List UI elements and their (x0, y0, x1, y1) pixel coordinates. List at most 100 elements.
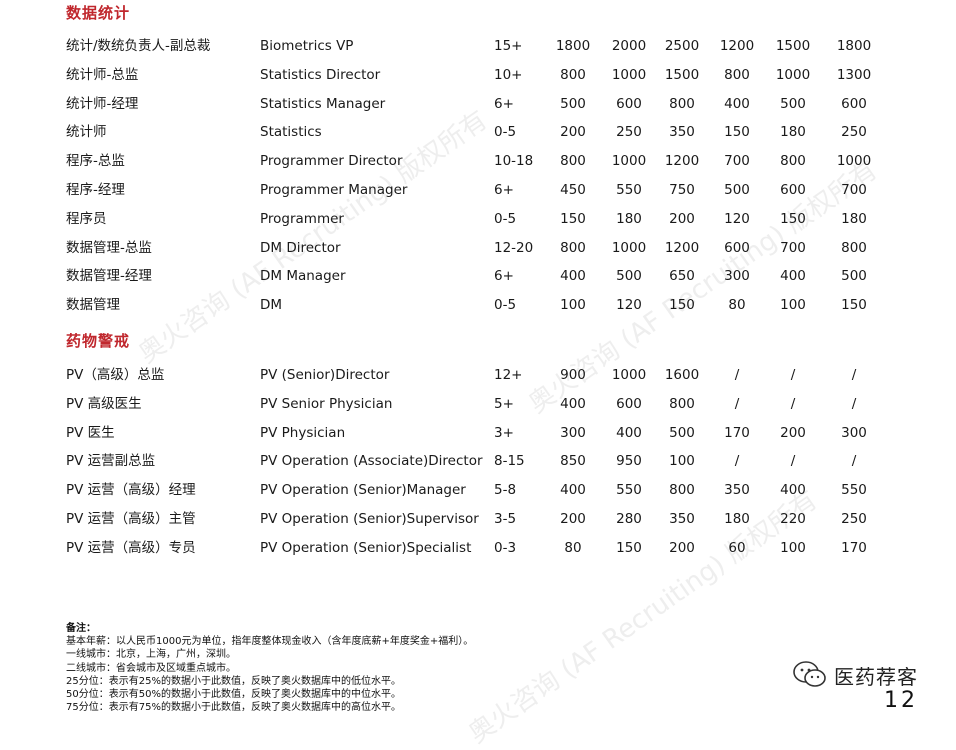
salary-value: 220 (780, 511, 806, 527)
salary-value: 800 (669, 395, 695, 412)
experience-years: 6+ (494, 268, 514, 285)
salary-value: 500 (724, 182, 750, 198)
table-row: PV 医生 PV Physician 3+ 300 400 500 170 200 300 (0, 421, 956, 445)
position-cn: 统计/数统负责人-副总裁 (66, 38, 211, 54)
position-cn: 数据管理-经理 (66, 268, 152, 285)
salary-value: 600 (841, 95, 867, 112)
position-en: DM (260, 297, 283, 314)
table-row: 统计师-经理 Statistics Manager 6+ 500 600 800 400 50… (0, 92, 956, 116)
table-row: 统计/数统负责人-副总裁 Biometrics VP 15+ 1800 2000 2500… (0, 34, 956, 58)
salary-value: 850 (560, 453, 586, 470)
experience-years: 0-5 (494, 297, 517, 314)
experience-years: 3+ (494, 424, 514, 441)
salary-value: 1000 (611, 239, 647, 256)
salary-value: 120 (616, 297, 642, 314)
table-row: PV 运营（高级）专员 PV Operation (Senior)Speciali… (0, 536, 956, 560)
salary-value: 100 (560, 297, 586, 314)
salary-value: 250 (841, 511, 867, 527)
position-en: Statistics Manager (260, 95, 386, 112)
wechat-icon (793, 661, 826, 687)
salary-value: 1200 (719, 38, 755, 54)
experience-years: 15+ (494, 38, 523, 54)
salary-value: 180 (616, 210, 642, 227)
salary-value: 1000 (611, 367, 647, 383)
experience-years: 6+ (494, 95, 514, 112)
position-en: PV Operation (Senior)Specialist (260, 539, 472, 556)
experience-years: 6+ (494, 182, 514, 198)
position-cn: 数据管理 (66, 297, 120, 314)
salary-value: 150 (669, 297, 695, 314)
salary-value: 650 (669, 268, 695, 285)
position-cn: PV 医生 (66, 424, 115, 441)
table-row: 统计师 Statistics 0-5 200 250 350 150 180 250 (0, 120, 956, 144)
salary-value: 200 (669, 539, 695, 556)
salary-value: 280 (616, 511, 642, 527)
salary-value: 300 (560, 424, 586, 441)
position-en: DM Director (260, 239, 341, 256)
table-row: 统计师-总监 Statistics Director 10+ 800 1000 1500 8… (0, 63, 956, 87)
brand-name: 医药荐客 (834, 664, 918, 689)
note-line: 基本年薪：以人民币1000元为单位，指年度整体现金收入（含年度底薪+年度奖金+福… (66, 636, 474, 648)
experience-years: 0-5 (494, 124, 517, 141)
experience-years: 5-8 (494, 482, 517, 499)
salary-value: 300 (724, 268, 750, 285)
salary-value: 700 (841, 182, 867, 198)
salary-value: 800 (669, 95, 695, 112)
salary-value: 170 (724, 424, 750, 441)
experience-years: 12+ (494, 367, 523, 383)
note-line: 75分位：表示有75%的数据小于此数值，反映了奥火数据库中的高位水平。 (66, 702, 401, 714)
table-row: PV 高级医生 PV Senior Physician 5+ 400 600 800 / / / (0, 392, 956, 416)
salary-value: 400 (560, 482, 586, 499)
salary-value: 500 (669, 424, 695, 441)
salary-value: / (851, 367, 857, 383)
table-row: 数据管理 DM 0-5 100 120 150 80 100 150 (0, 293, 956, 317)
brand: 医药荐客 (792, 660, 918, 690)
position-en: PV Operation (Senior)Manager (260, 482, 466, 499)
salary-value: 600 (724, 239, 750, 256)
salary-value: 150 (560, 210, 586, 227)
salary-value: 700 (724, 153, 750, 170)
salary-value: 800 (724, 66, 750, 83)
salary-value: 250 (616, 124, 642, 141)
position-cn: PV 高级医生 (66, 395, 142, 412)
position-en: PV Operation (Associate)Director (260, 453, 483, 470)
salary-value: 1000 (775, 66, 811, 83)
salary-value: 150 (841, 297, 867, 314)
salary-value: 1800 (555, 38, 591, 54)
experience-years: 0-5 (494, 210, 517, 227)
experience-years: 10+ (494, 66, 523, 83)
salary-value: 180 (724, 511, 750, 527)
salary-value: 950 (616, 453, 642, 470)
table-row: 数据管理-总监 DM Director 12-20 800 1000 1200 600 700… (0, 236, 956, 260)
salary-value: 1300 (836, 66, 872, 83)
salary-value: 600 (780, 182, 806, 198)
salary-value: 600 (616, 95, 642, 112)
position-en: DM Manager (260, 268, 346, 285)
salary-value: 350 (669, 511, 695, 527)
table-row: PV 运营副总监 PV Operation (Associate)Director… (0, 449, 956, 473)
note-line: 25分位：表示有25%的数据小于此数值，反映了奥火数据库中的低位水平。 (66, 675, 401, 687)
salary-value: 400 (560, 395, 586, 412)
salary-value: 1200 (664, 239, 700, 256)
position-cn: 数据管理-总监 (66, 239, 152, 256)
position-cn: 程序-总监 (66, 153, 125, 170)
salary-value: / (851, 395, 857, 412)
salary-value: 2500 (664, 38, 700, 54)
experience-years: 0-3 (494, 539, 517, 556)
position-cn: 统计师-总监 (66, 66, 139, 83)
salary-value: 120 (724, 210, 750, 227)
position-cn: 统计师 (66, 124, 107, 141)
salary-value: 400 (560, 268, 586, 285)
page-number: 12 (884, 688, 918, 713)
salary-value: 800 (560, 66, 586, 83)
position-en: Statistics (260, 124, 322, 141)
salary-value: 180 (780, 124, 806, 141)
salary-value: 600 (616, 395, 642, 412)
position-en: Biometrics VP (260, 38, 354, 54)
salary-value: 800 (560, 239, 586, 256)
salary-value: 400 (780, 268, 806, 285)
position-en: PV Physician (260, 424, 346, 441)
position-cn: PV（高级）总监 (66, 367, 165, 383)
salary-value: 550 (616, 182, 642, 198)
position-en: PV (Senior)Director (260, 367, 390, 383)
